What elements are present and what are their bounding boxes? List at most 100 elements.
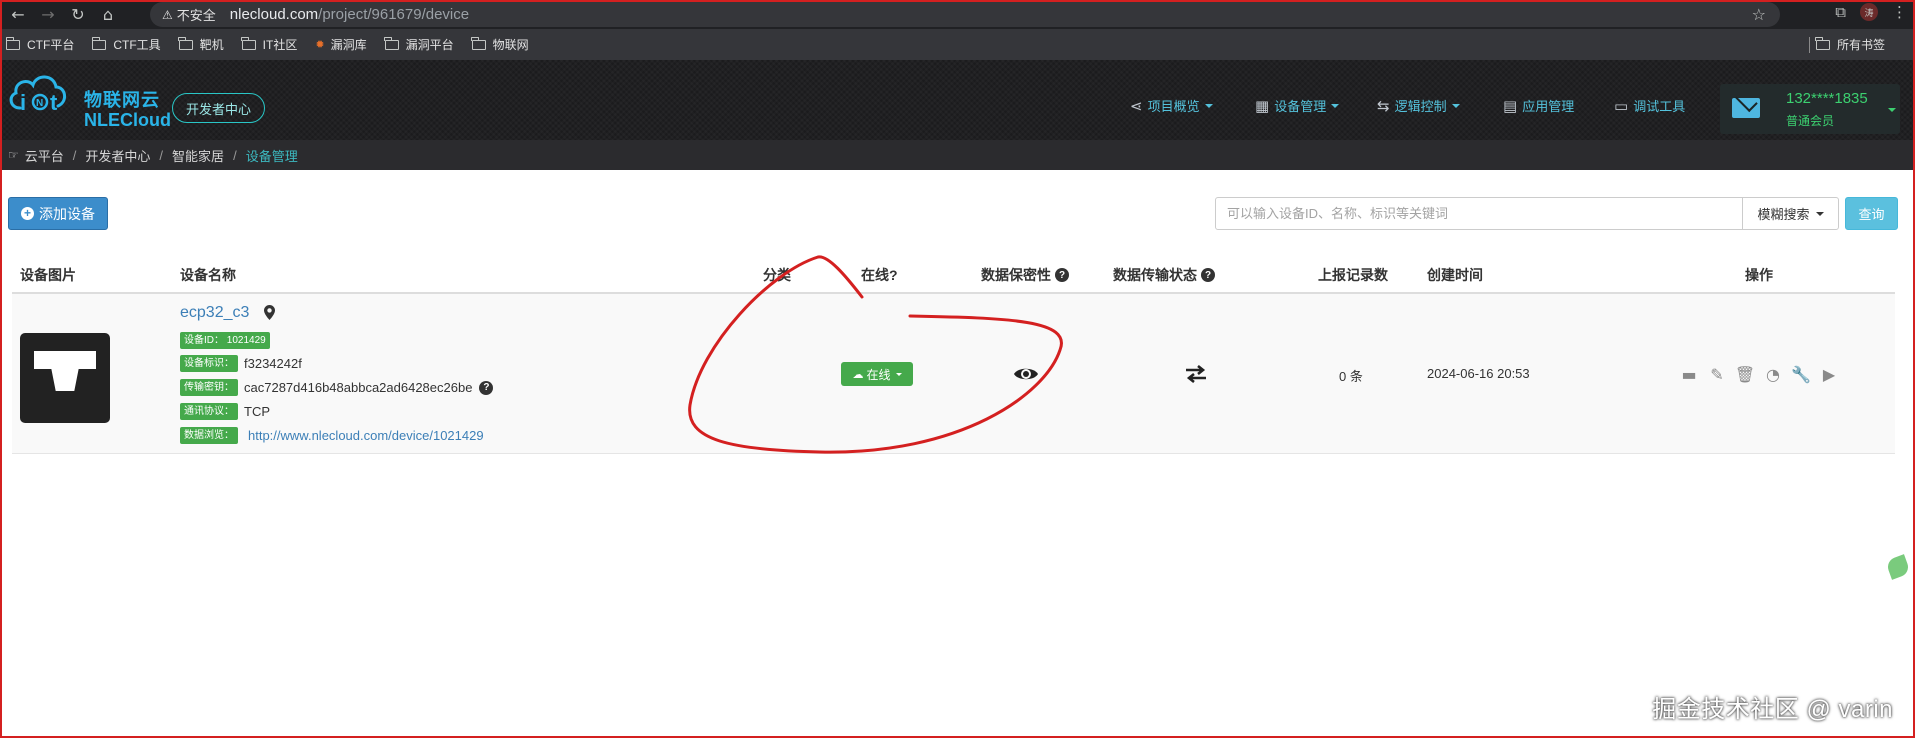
logo-title[interactable]: 物联网云 (84, 86, 160, 112)
bookmark-star-icon[interactable]: ☆ (1752, 5, 1766, 24)
reload-icon[interactable]: ↻ (66, 3, 90, 27)
eye-icon[interactable] (1013, 365, 1039, 383)
data-browse-link[interactable]: http://www.nlecloud.com/device/1021429 (248, 428, 484, 443)
nav-project-overview[interactable]: ⋖ 项目概览 (1130, 96, 1213, 115)
bookmark-ctf-platform[interactable]: CTF平台 (5, 36, 74, 53)
header-category: 分类 (763, 267, 791, 283)
watermark: 掘金技术社区 @ varin (1652, 696, 1893, 723)
header-created-time: 创建时间 (1427, 267, 1483, 283)
address-bar[interactable]: ⚠ 不安全 nlecloud.com/project/961679/device … (150, 2, 1780, 27)
device-search-input[interactable] (1215, 197, 1743, 230)
all-bookmarks[interactable]: 所有书签 (1815, 36, 1885, 53)
bookmark-vuln-platform[interactable]: 漏洞平台 (384, 36, 454, 53)
cloud-logo-icon[interactable]: i N t (6, 68, 68, 114)
help-icon[interactable]: ? (479, 380, 494, 395)
transfer-key-value: cac7287d416b48abbca2ad6428ec26be (244, 380, 473, 395)
mail-icon[interactable] (1732, 98, 1760, 118)
data-browse-label: 数据浏览： (180, 427, 238, 444)
bookmark-vuln-db[interactable]: ✹ 漏洞库 (315, 36, 366, 53)
play-icon[interactable]: ▶ (1820, 364, 1838, 384)
edit-icon[interactable]: ✎ (1708, 364, 1726, 384)
svg-text:N: N (36, 98, 43, 109)
menu-icon[interactable]: ⋮ (1892, 3, 1907, 21)
gauge-icon[interactable]: ◔ (1764, 364, 1782, 384)
fuzzy-search-dropdown[interactable]: 模糊搜索 (1742, 197, 1839, 230)
svg-text:t: t (50, 90, 58, 114)
add-device-button[interactable]: + 添加设备 (8, 197, 108, 230)
chevron-down-icon (1888, 108, 1896, 112)
folder-icon (1815, 36, 1830, 50)
bookmark-target[interactable]: 靶机 (178, 36, 224, 53)
shuffle-icon: ⇆ (1377, 96, 1390, 115)
bookmarks-bar: CTF平台 CTF工具 靶机 IT社区 ✹ 漏洞库 漏洞平台 物联网 所有书签 (0, 29, 1915, 60)
leaf-icon[interactable] (1885, 554, 1911, 580)
report-count: 0 条 (1339, 369, 1363, 384)
developer-center-button[interactable]: 开发者中心 (172, 93, 266, 123)
laptop-icon: ▭ (1614, 96, 1629, 115)
extensions-icon[interactable]: ⧉ (1835, 3, 1846, 21)
warning-icon: ⚠ (162, 7, 173, 22)
device-tag-label: 设备标识： (180, 355, 238, 372)
insecure-badge[interactable]: ⚠ 不安全 (162, 5, 216, 24)
share-icon: ⋖ (1130, 96, 1143, 115)
transfer-key-label: 传输密钥： (180, 379, 238, 396)
header-transfer-status: 数据传输状态? (1113, 265, 1215, 285)
folder-icon (91, 36, 107, 50)
home-icon[interactable]: ⌂ (96, 3, 120, 27)
forward-icon[interactable]: → (36, 3, 60, 27)
device-id-row: 设备ID： 1021429 (180, 332, 276, 349)
svg-text:i: i (20, 90, 26, 114)
chevron-down-icon (895, 372, 902, 376)
grid-icon: ▦ (1255, 96, 1270, 115)
device-tag-value: f3234242f (244, 356, 302, 371)
bookmark-iot[interactable]: 物联网 (471, 36, 529, 53)
folder-icon (384, 36, 399, 50)
flame-icon: ✹ (315, 38, 325, 51)
pointer-icon: ☞ (8, 148, 19, 162)
nav-debug-tools[interactable]: ▭ 调试工具 (1614, 96, 1685, 115)
chevron-down-icon (1331, 103, 1340, 108)
protocol-label: 通讯协议： (180, 403, 238, 420)
breadcrumb-smart-home[interactable]: 智能家居 (172, 146, 224, 165)
transfer-key-row: 传输密钥： cac7287d416b48abbca2ad6428ec26be? (180, 379, 494, 396)
transfer-arrows-icon (1186, 365, 1206, 383)
bookmark-it-community[interactable]: IT社区 (241, 36, 297, 53)
device-tag-row: 设备标识： f3234242f (180, 355, 302, 372)
nav-app-management[interactable]: ▤ 应用管理 (1503, 96, 1574, 115)
wrench-icon[interactable]: 🔧 (1791, 364, 1811, 384)
folder-icon (241, 36, 256, 50)
archive-icon[interactable]: ▬ (1680, 364, 1698, 384)
online-status-dropdown[interactable]: ☁ 在线 (841, 362, 913, 386)
created-time: 2024-06-16 20:53 (1427, 366, 1530, 381)
logo-subtitle[interactable]: NLECloud (84, 110, 171, 131)
browser-toolbar: ← → ↻ ⌂ ⚠ 不安全 nlecloud.com/project/961679… (0, 0, 1915, 29)
query-button[interactable]: 查询 (1845, 197, 1898, 230)
help-icon[interactable]: ? (1055, 268, 1069, 282)
nav-logic-control[interactable]: ⇆ 逻辑控制 (1377, 96, 1460, 115)
bookmark-ctf-tools[interactable]: CTF工具 (91, 36, 161, 53)
breadcrumb-cloud-platform[interactable]: 云平台 (25, 146, 64, 165)
chevron-down-icon (1204, 103, 1213, 108)
plus-circle-icon: + (21, 207, 34, 220)
back-icon[interactable]: ← (6, 3, 30, 27)
header-online: 在线? (861, 267, 898, 283)
device-name-link[interactable]: ecp32_c3 (180, 304, 249, 322)
url-text[interactable]: nlecloud.com/project/961679/device (230, 6, 469, 23)
location-pin-icon[interactable] (264, 305, 275, 320)
folder-icon (178, 36, 193, 50)
user-menu[interactable]: 132****1835 普通会员 (1720, 84, 1900, 134)
chevron-down-icon (1815, 211, 1824, 216)
header-report-count: 上报记录数 (1318, 267, 1388, 283)
help-icon[interactable]: ? (1201, 268, 1215, 282)
device-id-tag: 设备ID： 1021429 (180, 332, 270, 349)
breadcrumb-device-management: 设备管理 (245, 148, 298, 164)
user-role: 普通会员 (1786, 114, 1835, 128)
trash-icon[interactable]: 🗑 (1735, 364, 1755, 384)
profile-avatar[interactable]: 涛 (1860, 3, 1878, 21)
cloud-upload-icon: ☁ (852, 367, 864, 381)
header-actions: 操作 (1745, 267, 1773, 283)
nav-device-management[interactable]: ▦ 设备管理 (1255, 96, 1340, 115)
breadcrumb-developer-center[interactable]: 开发者中心 (85, 146, 150, 165)
chevron-down-icon (1451, 103, 1460, 108)
device-image[interactable] (20, 333, 110, 423)
